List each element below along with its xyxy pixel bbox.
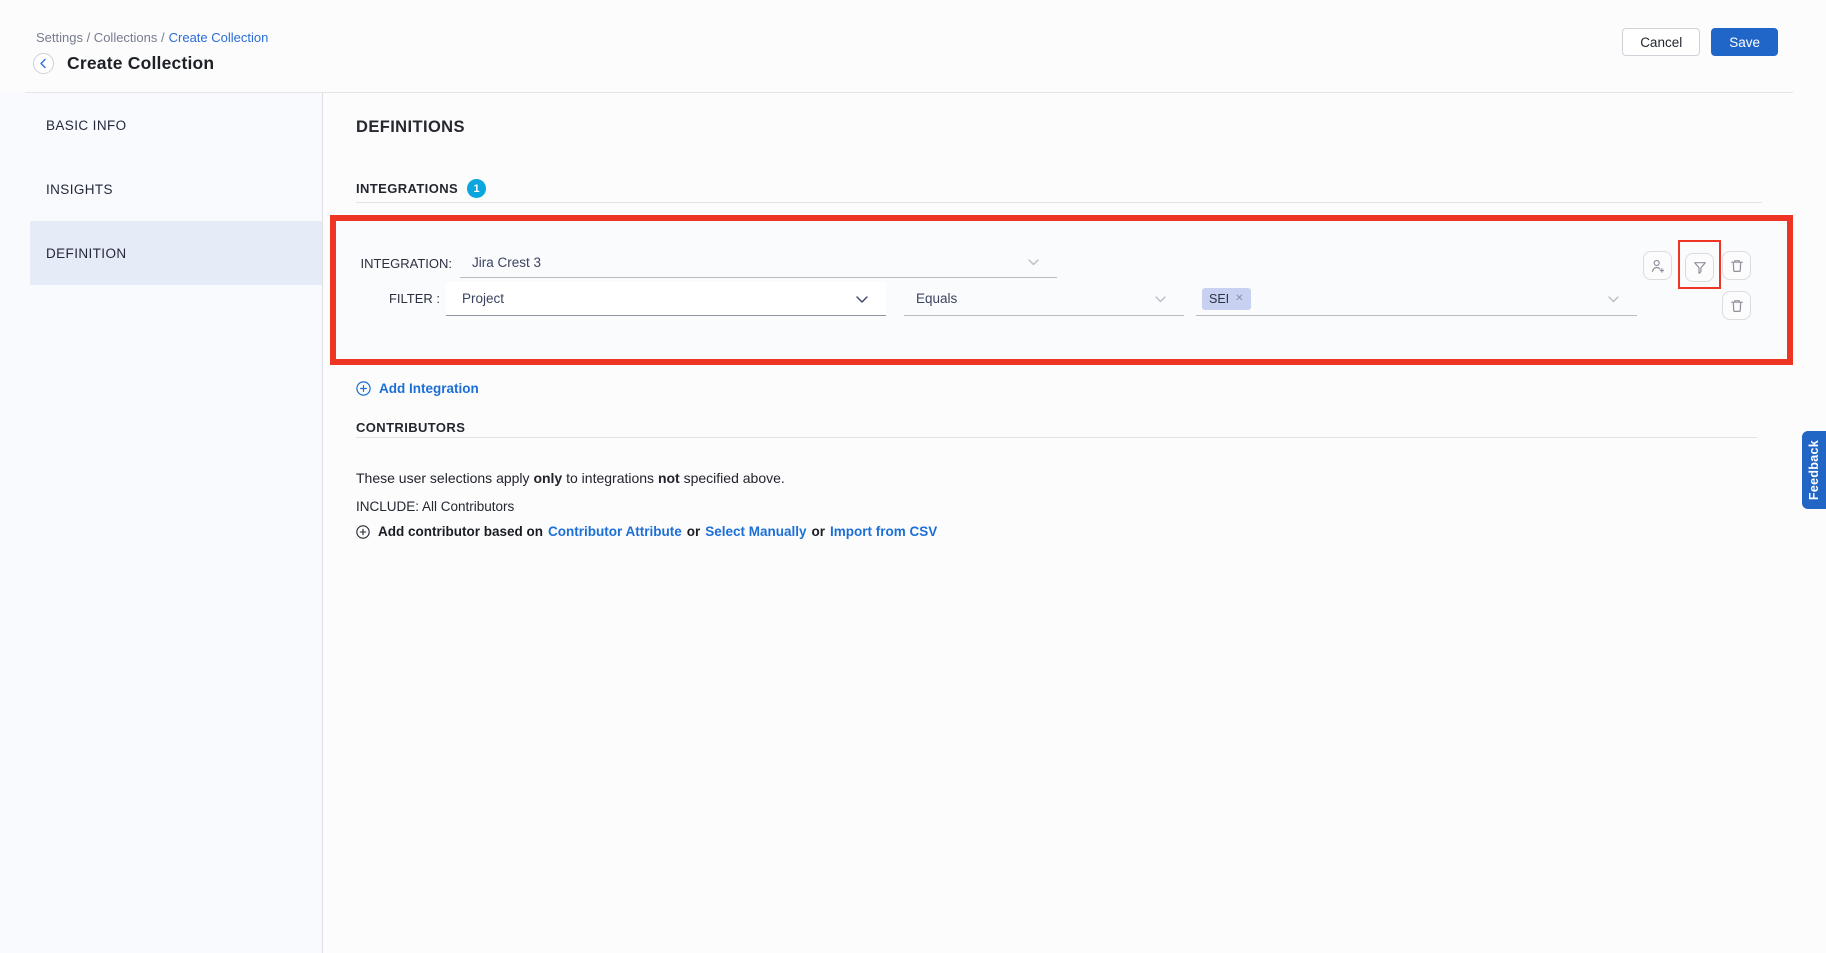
add-contributor-to-integration-button[interactable] — [1643, 251, 1672, 280]
header-actions: Cancel Save — [1622, 28, 1778, 56]
chevron-down-icon — [1155, 296, 1166, 303]
trash-icon — [1729, 258, 1745, 274]
contributors-divider — [356, 437, 1757, 438]
integrations-count-badge: 1 — [467, 179, 486, 198]
chevron-down-icon — [856, 296, 868, 304]
filter-value-tag: SEI ✕ — [1202, 288, 1251, 310]
import-from-csv-link[interactable]: Import from CSV — [830, 524, 937, 539]
note-text: specified above. — [680, 470, 785, 486]
plus-circle-icon — [356, 525, 370, 539]
filter-field-select[interactable]: Project — [446, 282, 886, 316]
delete-integration-button[interactable] — [1722, 291, 1751, 320]
back-button[interactable] — [33, 53, 54, 74]
breadcrumb-current: Create Collection — [169, 30, 269, 45]
save-button[interactable]: Save — [1711, 28, 1778, 56]
integrations-divider — [356, 202, 1762, 203]
settings-sidebar: BASIC INFO INSIGHTS DEFINITION — [0, 93, 323, 953]
select-manually-link[interactable]: Select Manually — [705, 524, 806, 539]
filter-label: FILTER : — [340, 291, 440, 306]
note-bold-only: only — [533, 470, 562, 486]
back-arrow-icon — [38, 58, 49, 69]
annotation-highlight-filter-button — [1678, 240, 1721, 289]
trash-icon — [1729, 298, 1745, 314]
include-contributors-line: INCLUDE: All Contributors — [356, 499, 514, 514]
add-integration-label: Add Integration — [379, 381, 479, 396]
filter-values-select[interactable]: SEI ✕ — [1196, 282, 1637, 316]
integrations-header: INTEGRATIONS 1 — [356, 179, 486, 198]
definitions-section-title: DEFINITIONS — [356, 118, 465, 137]
add-integration-link[interactable]: Add Integration — [356, 381, 479, 396]
sidebar-item-insights[interactable]: INSIGHTS — [30, 157, 322, 221]
integrations-label: INTEGRATIONS — [356, 181, 458, 196]
filter-field-value: Project — [462, 291, 504, 306]
chevron-down-icon — [1028, 259, 1039, 266]
chevron-down-icon — [1608, 296, 1619, 303]
contributor-attribute-link[interactable]: Contributor Attribute — [548, 524, 682, 539]
add-user-icon — [1650, 258, 1666, 274]
create-collection-page: Settings / Collections / Create Collecti… — [0, 0, 1826, 953]
or-text: or — [687, 524, 701, 539]
filter-operator-value: Equals — [916, 291, 957, 306]
delete-filter-row-button[interactable] — [1722, 251, 1751, 280]
add-contributor-row: Add contributor based on Contributor Att… — [356, 524, 937, 539]
close-icon[interactable]: ✕ — [1235, 293, 1243, 304]
note-text: to integrations — [562, 470, 658, 486]
add-contributor-prefix: Add contributor based on — [378, 524, 543, 539]
or-text: or — [812, 524, 826, 539]
integration-select-value: Jira Crest 3 — [472, 255, 541, 270]
note-bold-not: not — [658, 470, 680, 486]
integration-select[interactable]: Jira Crest 3 — [460, 248, 1057, 278]
breadcrumb-prefix[interactable]: Settings / Collections / — [36, 30, 165, 45]
cancel-button[interactable]: Cancel — [1622, 28, 1700, 56]
page-title: Create Collection — [67, 53, 214, 74]
plus-circle-icon — [356, 381, 371, 396]
feedback-tab-label: Feedback — [1807, 440, 1821, 500]
sidebar-item-basic-info[interactable]: BASIC INFO — [30, 93, 322, 157]
integration-label: INTEGRATION: — [312, 256, 452, 271]
filter-operator-select[interactable]: Equals — [904, 282, 1184, 316]
note-text: These user selections apply — [356, 470, 533, 486]
contributors-note: These user selections apply only to inte… — [356, 470, 785, 486]
title-row: Create Collection — [33, 53, 214, 74]
feedback-tab[interactable]: Feedback — [1802, 431, 1826, 509]
contributors-section-label: CONTRIBUTORS — [356, 420, 465, 435]
filter-value-tag-label: SEI — [1209, 292, 1229, 306]
breadcrumb: Settings / Collections / Create Collecti… — [36, 30, 268, 45]
sidebar-item-definition[interactable]: DEFINITION — [30, 221, 322, 285]
